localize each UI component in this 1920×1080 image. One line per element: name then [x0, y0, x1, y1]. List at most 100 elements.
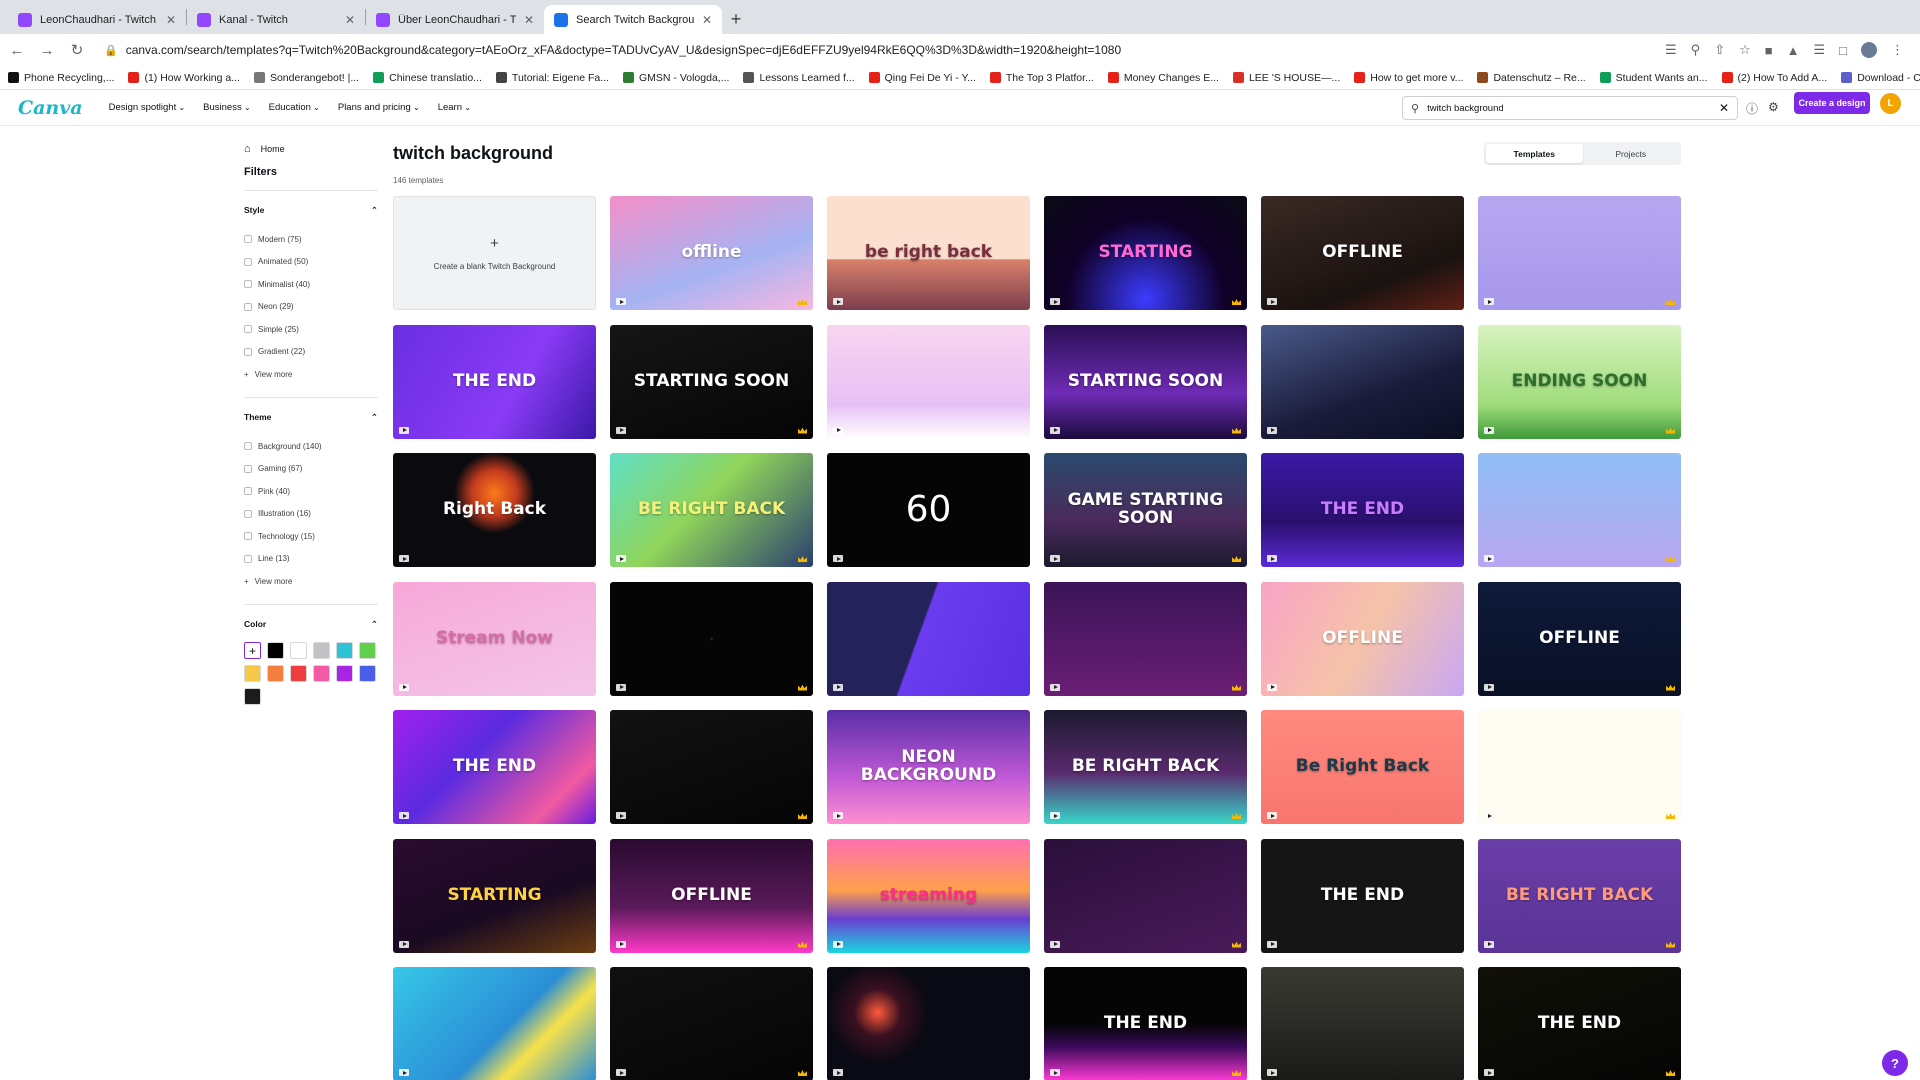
color-swatch[interactable]: [336, 642, 353, 659]
translate-icon[interactable]: ☰: [1665, 42, 1677, 58]
template-thumbnail[interactable]: THE END: [1261, 453, 1464, 567]
checkbox[interactable]: [244, 347, 252, 356]
template-thumbnail[interactable]: THE END: [1478, 967, 1681, 1080]
template-thumbnail[interactable]: NEON BACKGROUND: [827, 710, 1030, 824]
menu-item[interactable]: Education: [269, 102, 320, 113]
checkbox[interactable]: [244, 302, 252, 311]
theme-filter-option[interactable]: Line (13): [244, 548, 378, 571]
close-tab-icon[interactable]: ✕: [345, 13, 355, 27]
settings-gear-icon[interactable]: ⚙: [1768, 100, 1779, 117]
color-swatch[interactable]: [359, 642, 376, 659]
browser-tab[interactable]: Über LeonChaudhari - Twitch ✕: [366, 5, 544, 34]
clear-search-icon[interactable]: ✕: [1719, 101, 1729, 115]
template-thumbnail[interactable]: OFFLINE: [1478, 581, 1681, 696]
menu-item[interactable]: Plans and pricing: [338, 102, 420, 113]
bookmark-item[interactable]: GMSN - Vologda,...: [623, 72, 729, 84]
checkbox[interactable]: [244, 257, 252, 266]
checkbox[interactable]: [244, 487, 252, 496]
color-swatch[interactable]: [313, 642, 330, 659]
bookmark-item[interactable]: Chinese translatio...: [373, 72, 482, 84]
bookmark-item[interactable]: Phone Recycling,...: [8, 72, 114, 84]
template-thumbnail[interactable]: OFFLINE: [610, 838, 813, 953]
template-thumbnail[interactable]: [1478, 710, 1681, 824]
bookmark-item[interactable]: Sonderangebot! |...: [253, 72, 359, 84]
color-filter-header[interactable]: Color ⌃: [244, 619, 378, 630]
bookmark-item[interactable]: (2) How To Add A...: [1721, 72, 1827, 84]
template-thumbnail[interactable]: [827, 324, 1030, 439]
template-thumbnail[interactable]: 60: [827, 453, 1030, 567]
template-thumbnail[interactable]: OFFLINE: [1261, 196, 1464, 310]
template-thumbnail[interactable]: Be Right Back: [1261, 710, 1464, 824]
bookmark-item[interactable]: The Top 3 Platfor...: [989, 72, 1094, 84]
template-thumbnail[interactable]: BE RIGHT BACK: [610, 453, 813, 567]
close-tab-icon[interactable]: ✕: [166, 13, 176, 27]
browser-tab[interactable]: LeonChaudhari - Twitch ✕: [8, 5, 186, 34]
template-thumbnail[interactable]: offline: [610, 196, 813, 310]
template-thumbnail[interactable]: THE END: [393, 324, 596, 439]
template-thumbnail[interactable]: be right back: [827, 196, 1030, 310]
tab-projects[interactable]: Projects: [1583, 144, 1680, 163]
share-icon[interactable]: ⇧: [1714, 42, 1725, 58]
theme-filter-option[interactable]: Illustration (16): [244, 503, 378, 526]
create-blank-tile[interactable]: + Create a blank Twitch Background: [393, 196, 596, 310]
help-circle-icon[interactable]: ⓘ: [1746, 100, 1758, 117]
template-thumbnail[interactable]: streaming: [827, 838, 1030, 953]
bookmark-item[interactable]: Download - Cooki...: [1841, 72, 1920, 84]
search-input[interactable]: [1427, 102, 1711, 114]
bookmark-item[interactable]: Money Changes E...: [1107, 72, 1219, 84]
template-thumbnail[interactable]: [610, 967, 813, 1080]
color-swatch[interactable]: [359, 665, 376, 682]
color-swatch[interactable]: [313, 665, 330, 682]
search-box[interactable]: ⚲ ✕: [1402, 96, 1738, 120]
theme-filter-option[interactable]: Background (140): [244, 435, 378, 458]
template-thumbnail[interactable]: [1478, 453, 1681, 567]
menu-item[interactable]: Business: [203, 102, 251, 113]
style-filter-option[interactable]: Minimalist (40): [244, 273, 378, 296]
bookmark-item[interactable]: Lessons Learned f...: [743, 72, 855, 84]
template-thumbnail[interactable]: STARTING: [393, 838, 596, 953]
close-tab-icon[interactable]: ✕: [524, 13, 534, 27]
new-tab-button[interactable]: +: [722, 5, 750, 34]
help-button[interactable]: ?: [1882, 1050, 1908, 1076]
color-swatch[interactable]: [336, 665, 353, 682]
back-icon[interactable]: ←: [8, 42, 26, 59]
menu-icon[interactable]: ⋮: [1891, 42, 1904, 58]
theme-filter-option[interactable]: Pink (40): [244, 480, 378, 503]
checkbox[interactable]: [244, 532, 252, 541]
template-thumbnail[interactable]: THE END: [1044, 967, 1247, 1080]
puzzle-icon[interactable]: ▲: [1787, 43, 1800, 58]
reading-list-icon[interactable]: ☰: [1813, 42, 1825, 58]
checkbox[interactable]: [244, 280, 252, 289]
color-swatch[interactable]: [267, 642, 284, 659]
style-filter-option[interactable]: Neon (29): [244, 296, 378, 319]
canva-logo[interactable]: Canva: [18, 97, 83, 119]
menu-item[interactable]: Design spotlight: [109, 102, 186, 113]
style-filter-header[interactable]: Style ⌃: [244, 205, 378, 216]
address-bar[interactable]: 🔒 canva.com/search/templates?q=Twitch%20…: [98, 37, 1653, 63]
theme-filter-option[interactable]: Technology (15): [244, 525, 378, 548]
sidepanel-icon[interactable]: □: [1839, 43, 1847, 58]
template-thumbnail[interactable]: GAME STARTING SOON: [1044, 453, 1247, 567]
tab-templates[interactable]: Templates: [1486, 144, 1583, 163]
create-design-button[interactable]: Create a design: [1794, 92, 1870, 114]
forward-icon[interactable]: →: [38, 42, 56, 59]
bookmark-item[interactable]: Tutorial: Eigene Fa...: [495, 72, 609, 84]
bookmark-star-icon[interactable]: ☆: [1739, 42, 1751, 58]
checkbox[interactable]: [244, 509, 252, 518]
reload-icon[interactable]: ↻: [68, 41, 86, 59]
bookmark-item[interactable]: LEE 'S HOUSE—...: [1232, 72, 1340, 84]
bookmark-item[interactable]: Datenschutz – Re...: [1477, 72, 1586, 84]
template-thumbnail[interactable]: BE RIGHT BACK: [1478, 838, 1681, 953]
checkbox[interactable]: [244, 235, 252, 244]
extension-icon[interactable]: ■: [1765, 43, 1773, 58]
theme-view-more[interactable]: + View more: [244, 570, 378, 592]
template-thumbnail[interactable]: ENDING SOON: [1478, 324, 1681, 439]
template-thumbnail[interactable]: OFFLINE: [1261, 581, 1464, 696]
checkbox[interactable]: [244, 554, 252, 563]
style-filter-option[interactable]: Gradient (22): [244, 341, 378, 364]
style-filter-option[interactable]: Animated (50): [244, 251, 378, 274]
zoom-icon[interactable]: ⚲: [1691, 42, 1701, 58]
bookmark-item[interactable]: (1) How Working a...: [128, 72, 240, 84]
template-thumbnail[interactable]: [1261, 967, 1464, 1080]
color-swatch[interactable]: [244, 665, 261, 682]
